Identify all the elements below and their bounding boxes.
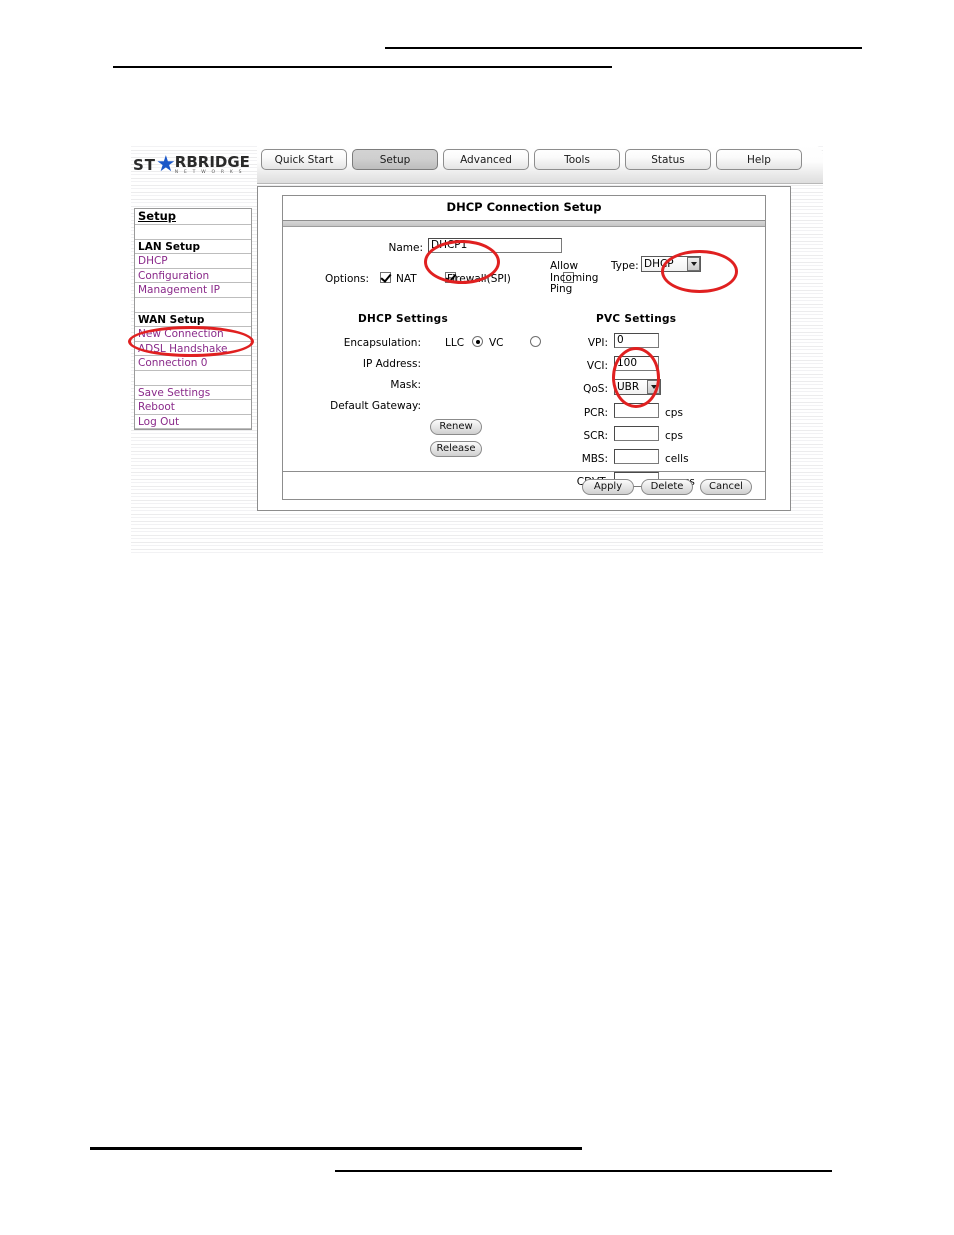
tab-setup[interactable]: Setup [352,149,438,170]
top-bar: ST ★ RBRIDGE N E T W O R K S Quick Start… [131,144,823,184]
release-button[interactable]: Release [430,441,482,457]
sidebar-item-adsl-handshake[interactable]: ADSL Handshake [135,342,251,357]
encapsulation-llc-radio[interactable] [472,336,484,347]
ip-address-label: IP Address: [362,358,421,370]
nat-label: NAT [396,273,417,285]
vpi-input[interactable]: 0 [614,333,659,348]
router-admin-window: ST ★ RBRIDGE N E T W O R K S Quick Start… [131,144,823,554]
encapsulation-vc-label: VC [489,337,504,349]
mbs-unit: cells [665,453,689,465]
qos-dropdown[interactable]: UBR [614,379,661,395]
allow-incoming-ping-label: Allow Incoming Ping [550,260,599,295]
pvc-settings-heading: PVC Settings [596,313,677,325]
tab-tools[interactable]: Tools [534,149,620,170]
tab-status[interactable]: Status [625,149,711,170]
sidebar-item-save-settings[interactable]: Save Settings [135,386,251,401]
pcr-label: PCR: [583,407,608,419]
page-title: DHCP Connection Setup [283,196,765,221]
apply-button[interactable]: Apply [582,479,634,495]
pcr-unit: cps [665,407,683,419]
sidebar-nav: Setup LAN Setup DHCP Configuration Manag… [134,208,252,431]
form-footer: Apply Delete Cancel [283,471,765,500]
header-rule-bottom [113,66,612,68]
sidebar-heading-lan-setup: LAN Setup [135,240,251,255]
sidebar-title: Setup [135,209,251,225]
sidebar-item-log-out[interactable]: Log Out [135,415,251,430]
mbs-label: MBS: [581,453,608,465]
chevron-down-icon[interactable] [647,380,660,394]
encapsulation-llc-label: LLC [445,337,465,349]
footer-rule-top [90,1147,582,1150]
sidebar-spacer-1 [135,225,251,240]
dhcp-settings-heading: DHCP Settings [358,313,449,325]
tab-quick-start[interactable]: Quick Start [261,149,347,170]
mask-label: Mask: [390,379,421,391]
scr-label: SCR: [583,430,608,442]
type-dropdown-value: DHCP [644,258,674,270]
pcr-input[interactable] [614,403,659,418]
vci-label: VCI: [586,360,608,372]
sidebar-item-dhcp[interactable]: DHCP [135,254,251,269]
tab-advanced[interactable]: Advanced [443,149,529,170]
logo-text-part2: RBRIDGE [174,152,250,171]
type-label: Type: [611,260,639,272]
content-panel: DHCP Connection Setup Name: DHCP1 Option… [257,186,791,511]
footer-rule-bottom [335,1170,832,1172]
name-label: Name: [388,242,423,254]
scr-unit: cps [665,430,683,442]
encapsulation-vc-radio[interactable] [530,336,542,347]
sidebar-spacer-3 [135,371,251,386]
sidebar-spacer-2 [135,298,251,313]
header-rule-top [385,47,862,49]
sidebar-item-reboot[interactable]: Reboot [135,400,251,415]
starbridge-networks-logo: ST ★ RBRIDGE N E T W O R K S [133,151,253,176]
nat-checkbox[interactable] [380,272,391,283]
logo-text-part1: ST [133,156,157,174]
form-body: Name: DHCP1 Options: NAT Firewall(SPI) A… [283,227,765,488]
cancel-button[interactable]: Cancel [700,479,752,495]
renew-button[interactable]: Renew [430,419,482,435]
name-input[interactable]: DHCP1 [428,238,562,253]
star-icon: ★ [156,151,176,176]
sidebar-heading-wan-setup: WAN Setup [135,313,251,328]
type-dropdown[interactable]: DHCP [641,256,701,272]
vpi-label: VPI: [587,337,608,349]
qos-dropdown-value: UBR [617,381,640,393]
qos-label: QoS: [583,383,608,395]
mbs-input[interactable] [614,449,659,464]
default-gateway-label: Default Gateway: [330,400,421,412]
firewall-spi-label: Firewall(SPI) [447,273,511,285]
chevron-down-icon[interactable] [687,257,700,271]
sidebar-item-configuration[interactable]: Configuration [135,269,251,284]
options-label: Options: [325,273,370,285]
encapsulation-label: Encapsulation: [343,337,421,349]
tab-help[interactable]: Help [716,149,802,170]
scr-input[interactable] [614,426,659,441]
sidebar-item-new-connection[interactable]: New Connection [135,327,251,342]
sidebar-item-management-ip[interactable]: Management IP [135,283,251,298]
sidebar-item-connection-0[interactable]: Connection 0 [135,356,251,371]
delete-button[interactable]: Delete [641,479,693,495]
vci-input[interactable]: 100 [614,356,659,371]
main-tab-strip: Quick Start Setup Advanced Tools Status … [257,144,823,184]
logo-subtitle: N E T W O R K S [174,169,244,175]
content-inner-frame: DHCP Connection Setup Name: DHCP1 Option… [282,195,766,500]
